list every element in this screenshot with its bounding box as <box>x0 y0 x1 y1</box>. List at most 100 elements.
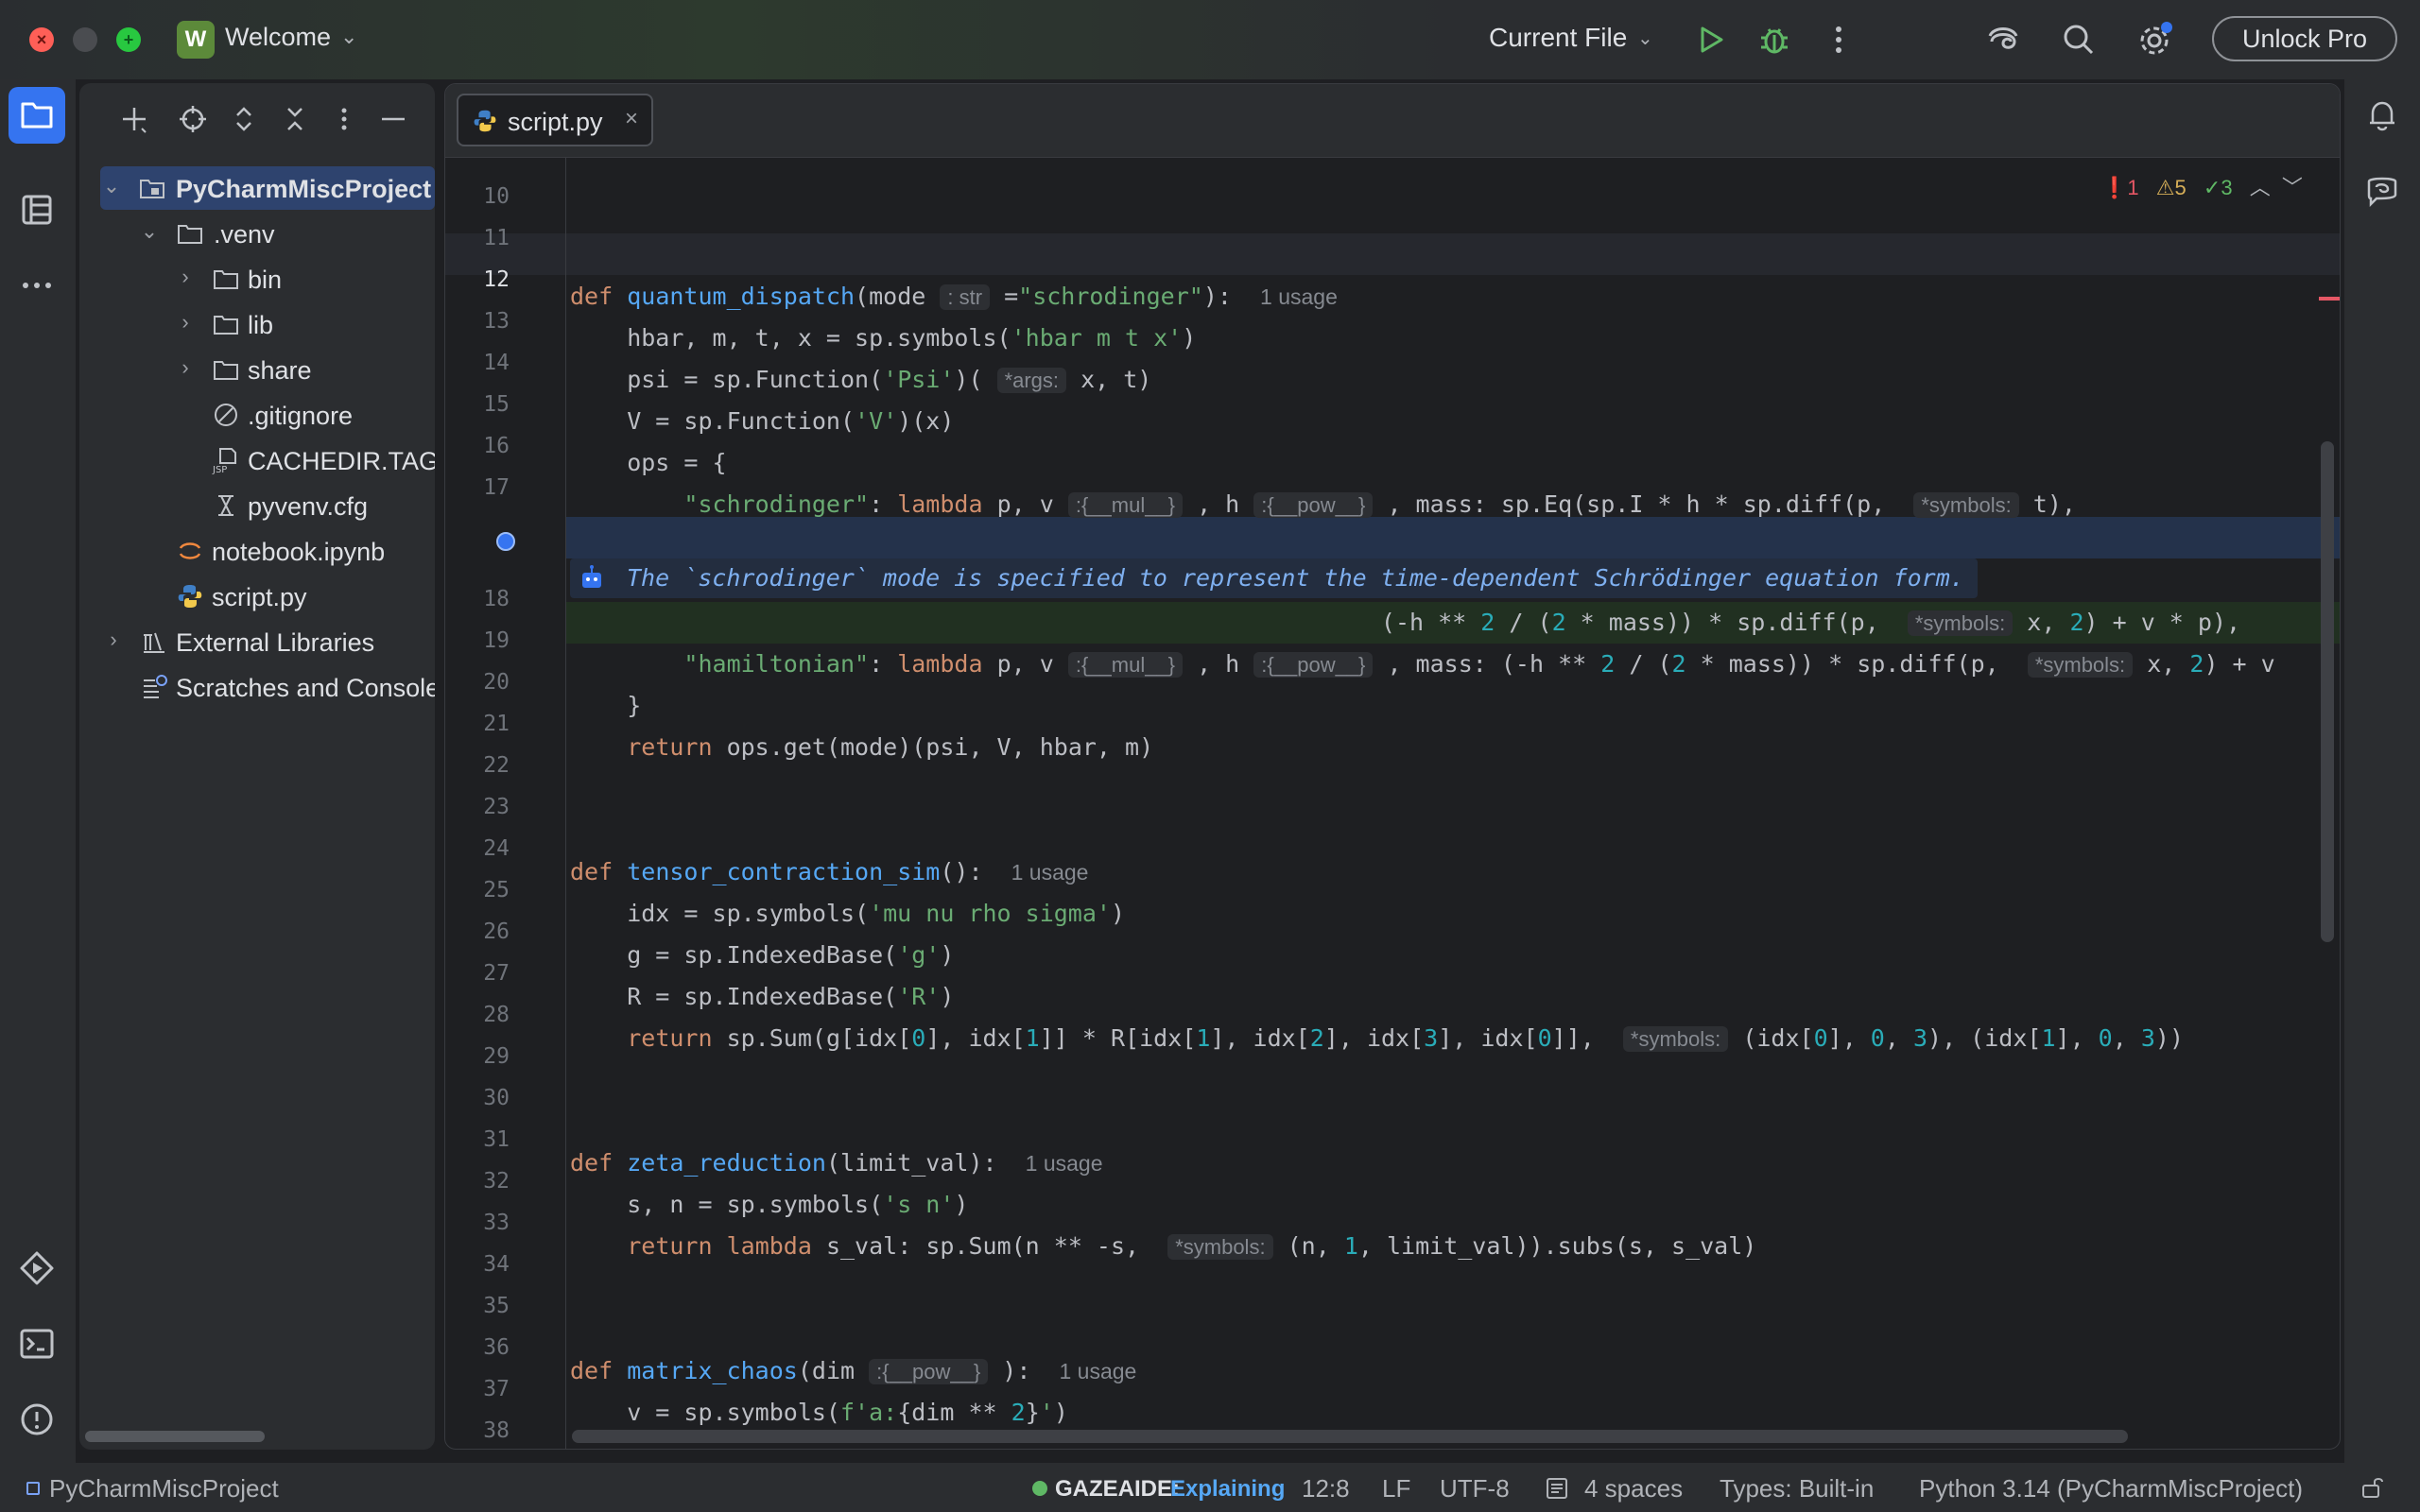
chevron-down-icon[interactable]: ﹀ <box>2282 176 2303 199</box>
line-number[interactable]: 25 <box>470 878 510 902</box>
horizontal-scrollbar[interactable] <box>572 1430 2128 1443</box>
tree-item-bin[interactable]: › bin <box>79 257 435 301</box>
services-tool-button[interactable] <box>9 1240 65 1297</box>
collapse-all-icon[interactable] <box>280 104 310 134</box>
line-number[interactable]: 38 <box>470 1418 510 1443</box>
unlock-pro-button[interactable]: Unlock Pro <box>2212 16 2397 61</box>
line-number[interactable]: 16 <box>470 434 510 458</box>
window-minimize-button[interactable] <box>73 27 97 52</box>
code-editor[interactable]: 10 11 12 13 14 15 16 17 18 19 20 21 22 23 24 25 26 27 28 29… <box>445 158 2340 1449</box>
line-number[interactable]: 30 <box>470 1086 510 1110</box>
tree-item-cachedir[interactable]: JSP CACHEDIR.TAG <box>79 438 435 482</box>
line-number[interactable]: 28 <box>470 1003 510 1027</box>
line-number[interactable]: 18 <box>470 587 510 611</box>
line-number[interactable]: 32 <box>470 1169 510 1194</box>
line-number[interactable]: 20 <box>470 670 510 695</box>
gazeaide-label[interactable]: GAZEAIDE: <box>1055 1476 1180 1503</box>
line-number[interactable]: 17 <box>470 475 510 500</box>
window-close-button[interactable]: × <box>29 27 54 52</box>
line-number[interactable]: 21 <box>470 712 510 736</box>
project-switcher[interactable]: Welcome <box>225 23 331 52</box>
types-setting[interactable]: Types: Built-in <box>1720 1474 1874 1503</box>
indent-setting[interactable]: 4 spaces <box>1584 1474 1683 1503</box>
line-number[interactable]: 22 <box>470 753 510 778</box>
chevron-down-icon[interactable]: ⌄ <box>1637 26 1653 50</box>
line-number[interactable]: 11 <box>470 226 510 250</box>
chevron-down-icon[interactable]: ⌄ <box>100 174 123 198</box>
line-number[interactable]: 31 <box>470 1127 510 1152</box>
line-number[interactable]: 29 <box>470 1044 510 1069</box>
error-stripe-marker[interactable] <box>2319 297 2340 301</box>
tree-item-script-py[interactable]: script.py <box>79 575 435 618</box>
chevron-down-icon[interactable]: ⌄ <box>138 219 161 244</box>
status-project-name[interactable]: PyCharmMiscProject <box>49 1474 279 1503</box>
tree-item-notebook[interactable]: notebook.ipynb <box>79 529 435 573</box>
problems-tool-button[interactable] <box>9 1391 65 1448</box>
breakpoint-marker[interactable] <box>496 532 515 551</box>
error-count-badge[interactable]: ❗1 <box>2101 176 2145 199</box>
line-number[interactable]: 15 <box>470 392 510 417</box>
run-configuration-selector[interactable]: Current File <box>1489 23 1627 53</box>
vertical-scrollbar[interactable] <box>2321 441 2334 942</box>
search-icon[interactable] <box>2060 21 2098 59</box>
line-number[interactable]: 26 <box>470 919 510 944</box>
warning-count-badge[interactable]: ⚠5 <box>2156 176 2192 199</box>
python-interpreter[interactable]: Python 3.14 (PyCharmMiscProject) <box>1919 1474 2303 1503</box>
read-only-toggle-icon[interactable] <box>2360 1474 2386 1501</box>
chevron-right-icon[interactable]: › <box>102 627 125 652</box>
tree-item-venv[interactable]: ⌄ .venv <box>79 212 435 255</box>
tree-item-external-libraries[interactable]: › External Libraries <box>79 620 435 663</box>
line-number[interactable]: 27 <box>470 961 510 986</box>
chevron-right-icon[interactable]: › <box>174 265 197 289</box>
line-number[interactable]: 19 <box>470 628 510 653</box>
chevron-down-icon[interactable]: ⌄ <box>340 25 357 49</box>
caret-position[interactable]: 12:8 <box>1302 1474 1350 1503</box>
line-number[interactable]: 37 <box>470 1377 510 1401</box>
gear-icon[interactable] <box>2135 21 2173 59</box>
line-number[interactable]: 24 <box>470 836 510 861</box>
ai-assistant-icon[interactable] <box>1984 21 2022 59</box>
horizontal-scrollbar[interactable] <box>85 1431 265 1442</box>
tree-item-gitignore[interactable]: .gitignore <box>79 393 435 437</box>
line-number[interactable]: 23 <box>470 795 510 819</box>
tree-item-project-root[interactable]: ⌄ PyCharmMiscProject <box>100 166 435 210</box>
locate-file-icon[interactable] <box>178 104 208 134</box>
line-separator[interactable]: LF <box>1382 1474 1410 1503</box>
ai-explanation-note[interactable]: The `schrodinger` mode is specified to r… <box>570 558 1978 598</box>
more-options-icon[interactable] <box>1820 21 1858 59</box>
line-number[interactable]: 34 <box>470 1252 510 1277</box>
more-tools-button[interactable] <box>9 257 65 314</box>
tree-item-share[interactable]: › share <box>79 348 435 391</box>
project-tool-button[interactable] <box>9 87 65 144</box>
line-number[interactable]: 36 <box>470 1335 510 1360</box>
chevron-up-icon[interactable]: ︿ <box>2250 176 2271 199</box>
tree-item-pyvenv[interactable]: pyvenv.cfg <box>79 484 435 527</box>
add-icon[interactable] <box>119 104 149 134</box>
debug-icon[interactable] <box>1755 21 1793 59</box>
structure-tool-button[interactable] <box>9 181 65 238</box>
run-icon[interactable] <box>1691 21 1729 59</box>
more-options-icon[interactable] <box>329 104 359 134</box>
line-number[interactable]: 33 <box>470 1211 510 1235</box>
file-encoding[interactable]: UTF-8 <box>1440 1474 1510 1503</box>
tree-item-lib[interactable]: › lib <box>79 302 435 346</box>
line-number[interactable]: 12 <box>470 267 510 292</box>
window-maximize-button[interactable]: + <box>116 27 141 52</box>
line-number[interactable]: 14 <box>470 351 510 375</box>
hide-panel-icon[interactable] <box>378 104 408 134</box>
line-number[interactable]: 13 <box>470 309 510 334</box>
inspections-widget[interactable]: ❗1 ⚠5 ✓3 ︿ ﹀ <box>2101 171 2308 205</box>
line-number[interactable]: 10 <box>470 184 510 209</box>
project-badge[interactable]: W <box>177 21 215 59</box>
ai-chat-icon[interactable] <box>2363 172 2401 210</box>
notifications-bell-icon[interactable] <box>2363 96 2401 134</box>
tab-script-py[interactable]: script.py × <box>457 94 653 146</box>
terminal-tool-button[interactable] <box>9 1315 65 1372</box>
close-icon[interactable]: × <box>625 106 638 132</box>
expand-all-icon[interactable] <box>229 104 259 134</box>
weak-warning-count-badge[interactable]: ✓3 <box>2204 176 2238 199</box>
gazeaide-status[interactable]: Explaining <box>1170 1476 1285 1503</box>
line-number[interactable]: 35 <box>470 1294 510 1318</box>
tree-item-scratches[interactable]: Scratches and Consoles <box>79 665 435 709</box>
chevron-right-icon[interactable]: › <box>174 355 197 380</box>
